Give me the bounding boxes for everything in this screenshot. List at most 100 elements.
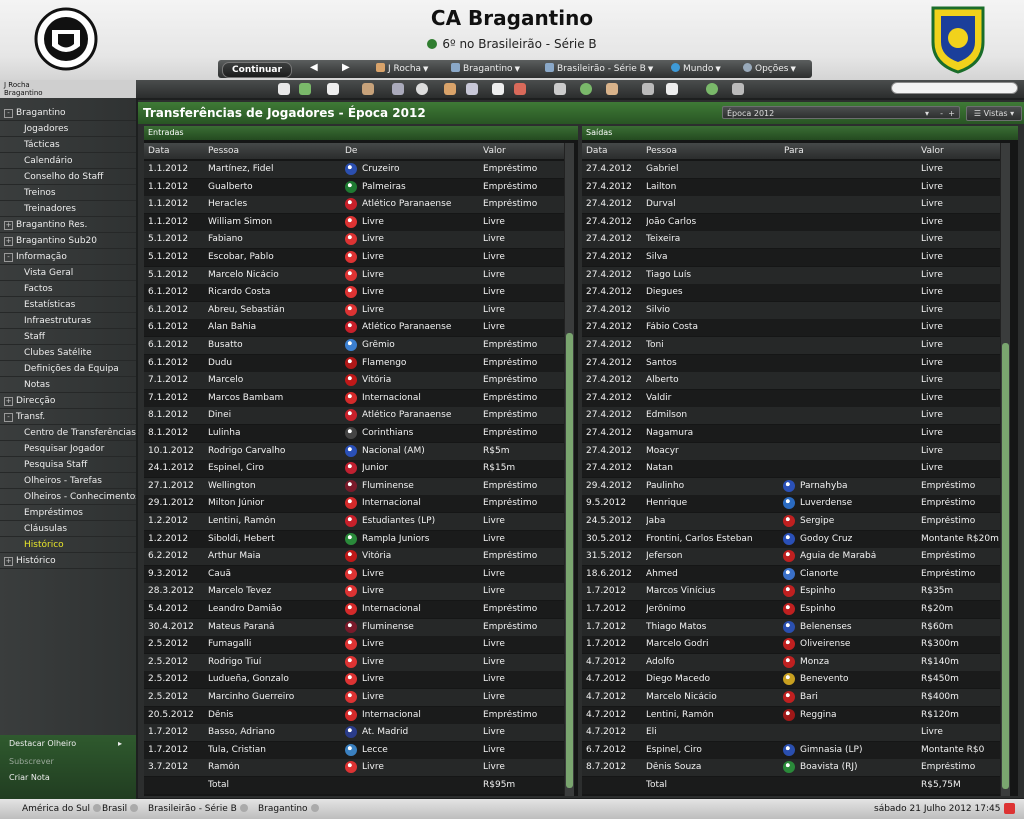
table-row[interactable]: 18.6.2012 Ahmed Cianorte Empréstimo bbox=[582, 565, 1000, 583]
table-row[interactable]: 24.1.2012 Espinel, Ciro Junior R$15m bbox=[144, 460, 564, 478]
person-cell[interactable]: Jeferson bbox=[646, 551, 780, 561]
club-cell[interactable]: Estudiantes (LP) bbox=[362, 516, 480, 526]
club-cell[interactable]: Atlético Paranaense bbox=[362, 199, 480, 209]
club-cell[interactable]: Luverdense bbox=[800, 498, 918, 508]
sidebar-item-23[interactable]: Olheiros - Tarefas bbox=[0, 473, 136, 489]
col-to[interactable]: Para bbox=[784, 146, 804, 156]
club-cell[interactable]: Livre bbox=[362, 287, 480, 297]
table-row[interactable]: 1.2.2012 Siboldi, Hebert Rampla Juniors Liv… bbox=[144, 530, 564, 548]
staff-icon[interactable] bbox=[362, 83, 374, 95]
sidebar-item-2[interactable]: Tácticas bbox=[0, 137, 136, 153]
person-cell[interactable]: Ricardo Costa bbox=[208, 287, 342, 297]
breadcrumb-item[interactable]: Brasil bbox=[102, 804, 139, 814]
person-cell[interactable]: Natan bbox=[646, 463, 780, 473]
sidebar-item-18[interactable]: + Direcção bbox=[0, 393, 136, 409]
sidebar-item-11[interactable]: Factos bbox=[0, 281, 136, 297]
person-cell[interactable]: Gabriel bbox=[646, 164, 780, 174]
tactics-icon[interactable] bbox=[392, 83, 404, 95]
col-person[interactable]: Pessoa bbox=[646, 146, 677, 156]
table-row[interactable]: 27.4.2012 Durval Livre bbox=[582, 196, 1000, 214]
table-row[interactable]: 27.4.2012 Silva Livre bbox=[582, 249, 1000, 266]
person-cell[interactable]: Dinei bbox=[208, 410, 342, 420]
close-icon[interactable] bbox=[130, 804, 139, 812]
club-cell[interactable]: Boavista (RJ) bbox=[800, 762, 918, 772]
trophy-icon[interactable] bbox=[554, 83, 566, 95]
club-cell[interactable]: Lecce bbox=[362, 745, 480, 755]
club-cell[interactable]: Livre bbox=[362, 639, 480, 649]
table-row[interactable]: 28.3.2012 Marcelo Tevez Livre Livre bbox=[144, 583, 564, 601]
club-cell[interactable]: Fluminense bbox=[362, 481, 480, 491]
table-row[interactable]: 27.4.2012 Santos Livre bbox=[582, 354, 1000, 372]
person-cell[interactable]: Abreu, Sebastián bbox=[208, 305, 342, 315]
table-row[interactable]: 2.5.2012 Ludueña, Gonzalo Livre Livre bbox=[144, 671, 564, 689]
table-row[interactable]: 27.4.2012 Alberto Livre bbox=[582, 372, 1000, 390]
club-cell[interactable]: Internacional bbox=[362, 710, 480, 720]
club-cell[interactable]: Atlético Paranaense bbox=[362, 410, 480, 420]
sidebar-item-10[interactable]: Vista Geral bbox=[0, 265, 136, 281]
club-cell[interactable]: Rampla Juniors bbox=[362, 534, 480, 544]
table-row[interactable]: 27.4.2012 Nagamura Livre bbox=[582, 425, 1000, 442]
outgoing-scrollbar[interactable] bbox=[1000, 143, 1010, 796]
club-cell[interactable]: Livre bbox=[362, 762, 480, 772]
sidebar-item-24[interactable]: Olheiros - Conhecimentos bbox=[0, 489, 136, 505]
club-cell[interactable]: Belenenses bbox=[800, 622, 918, 632]
table-row[interactable]: 2.5.2012 Fumagalli Livre Livre bbox=[144, 636, 564, 654]
person-cell[interactable]: Teixeira bbox=[646, 234, 780, 244]
table-row[interactable]: 27.1.2012 Wellington Fluminense Empréstimo bbox=[144, 477, 564, 495]
person-cell[interactable]: Fumagalli bbox=[208, 639, 342, 649]
club-cell[interactable]: Livre bbox=[362, 217, 480, 227]
scouts-icon[interactable] bbox=[444, 83, 456, 95]
person-cell[interactable]: João Carlos bbox=[646, 217, 780, 227]
person-cell[interactable]: Edmilson bbox=[646, 410, 780, 420]
world-menu[interactable]: Mundo ▼ bbox=[671, 63, 721, 74]
sidebar-item-28[interactable]: + Histórico bbox=[0, 553, 136, 569]
person-cell[interactable]: Wellington bbox=[208, 481, 342, 491]
col-from[interactable]: De bbox=[345, 146, 357, 156]
person-cell[interactable]: Paulinho bbox=[646, 481, 780, 491]
club-cell[interactable]: Palmeiras bbox=[362, 182, 480, 192]
table-row[interactable]: 8.7.2012 Dênis Souza Boavista (RJ) Emprésti… bbox=[582, 759, 1000, 777]
season-select[interactable]: Época 2012 ▾ - + bbox=[722, 106, 960, 119]
club-cell[interactable]: Reggina bbox=[800, 710, 918, 720]
person-cell[interactable]: William Simon bbox=[208, 217, 342, 227]
person-cell[interactable]: Fábio Costa bbox=[646, 322, 780, 332]
table-row[interactable]: 27.4.2012 Fábio Costa Livre bbox=[582, 319, 1000, 337]
person-cell[interactable]: Alan Bahia bbox=[208, 322, 342, 332]
table-row[interactable]: 4.7.2012 Lentini, Ramón Reggina R$120m bbox=[582, 706, 1000, 724]
club-cell[interactable]: Sergipe bbox=[800, 516, 918, 526]
club-cell[interactable]: At. Madrid bbox=[362, 727, 480, 737]
sidebar-item-8[interactable]: + Bragantino Sub20 bbox=[0, 233, 136, 249]
notes-icon[interactable] bbox=[666, 83, 678, 95]
next-season-icon[interactable]: + bbox=[948, 107, 955, 120]
table-row[interactable]: 1.1.2012 Heracles Atlético Paranaense Empré… bbox=[144, 196, 564, 214]
club-cell[interactable]: Livre bbox=[362, 234, 480, 244]
person-cell[interactable]: Marcos Vinícius bbox=[646, 586, 780, 596]
sidebar-item-13[interactable]: Infraestruturas bbox=[0, 313, 136, 329]
squad-icon[interactable] bbox=[299, 83, 311, 95]
sidebar-item-22[interactable]: Pesquisa Staff bbox=[0, 457, 136, 473]
person-cell[interactable]: Marcelo bbox=[208, 375, 342, 385]
search-people-icon[interactable] bbox=[642, 83, 654, 95]
club-cell[interactable]: Livre bbox=[362, 252, 480, 262]
table-row[interactable]: 1.2.2012 Lentini, Ramón Estudiantes (LP) Li… bbox=[144, 513, 564, 530]
sidebar-item-1[interactable]: Jogadores bbox=[0, 121, 136, 137]
person-cell[interactable]: Espinel, Ciro bbox=[208, 463, 342, 473]
person-cell[interactable]: Ahmed bbox=[646, 569, 780, 579]
table-row[interactable]: 4.7.2012 Adolfo Monza R$140m bbox=[582, 653, 1000, 671]
sidebar-item-26[interactable]: Cláusulas bbox=[0, 521, 136, 537]
table-row[interactable]: 1.7.2012 Marcelo Godri Oliveirense R$300m bbox=[582, 636, 1000, 654]
table-row[interactable]: 6.1.2012 Alan Bahia Atlético Paranaense Liv… bbox=[144, 319, 564, 337]
table-row[interactable]: 27.4.2012 Silvio Livre bbox=[582, 301, 1000, 319]
person-cell[interactable]: Diegues bbox=[646, 287, 780, 297]
transfers-icon[interactable] bbox=[514, 83, 526, 95]
sidebar-item-5[interactable]: Treinos bbox=[0, 185, 136, 201]
club-cell[interactable]: Livre bbox=[362, 270, 480, 280]
close-icon[interactable] bbox=[310, 804, 319, 812]
person-cell[interactable]: Gualberto bbox=[208, 182, 342, 192]
table-row[interactable]: 5.1.2012 Fabiano Livre Livre bbox=[144, 231, 564, 249]
person-cell[interactable]: Eli bbox=[646, 727, 780, 737]
sidebar-item-27[interactable]: Histórico bbox=[0, 537, 136, 553]
person-cell[interactable]: Martínez, Fidel bbox=[208, 164, 342, 174]
calendar-icon[interactable] bbox=[1004, 803, 1015, 814]
person-cell[interactable]: Rodrigo Tiuí bbox=[208, 657, 342, 667]
